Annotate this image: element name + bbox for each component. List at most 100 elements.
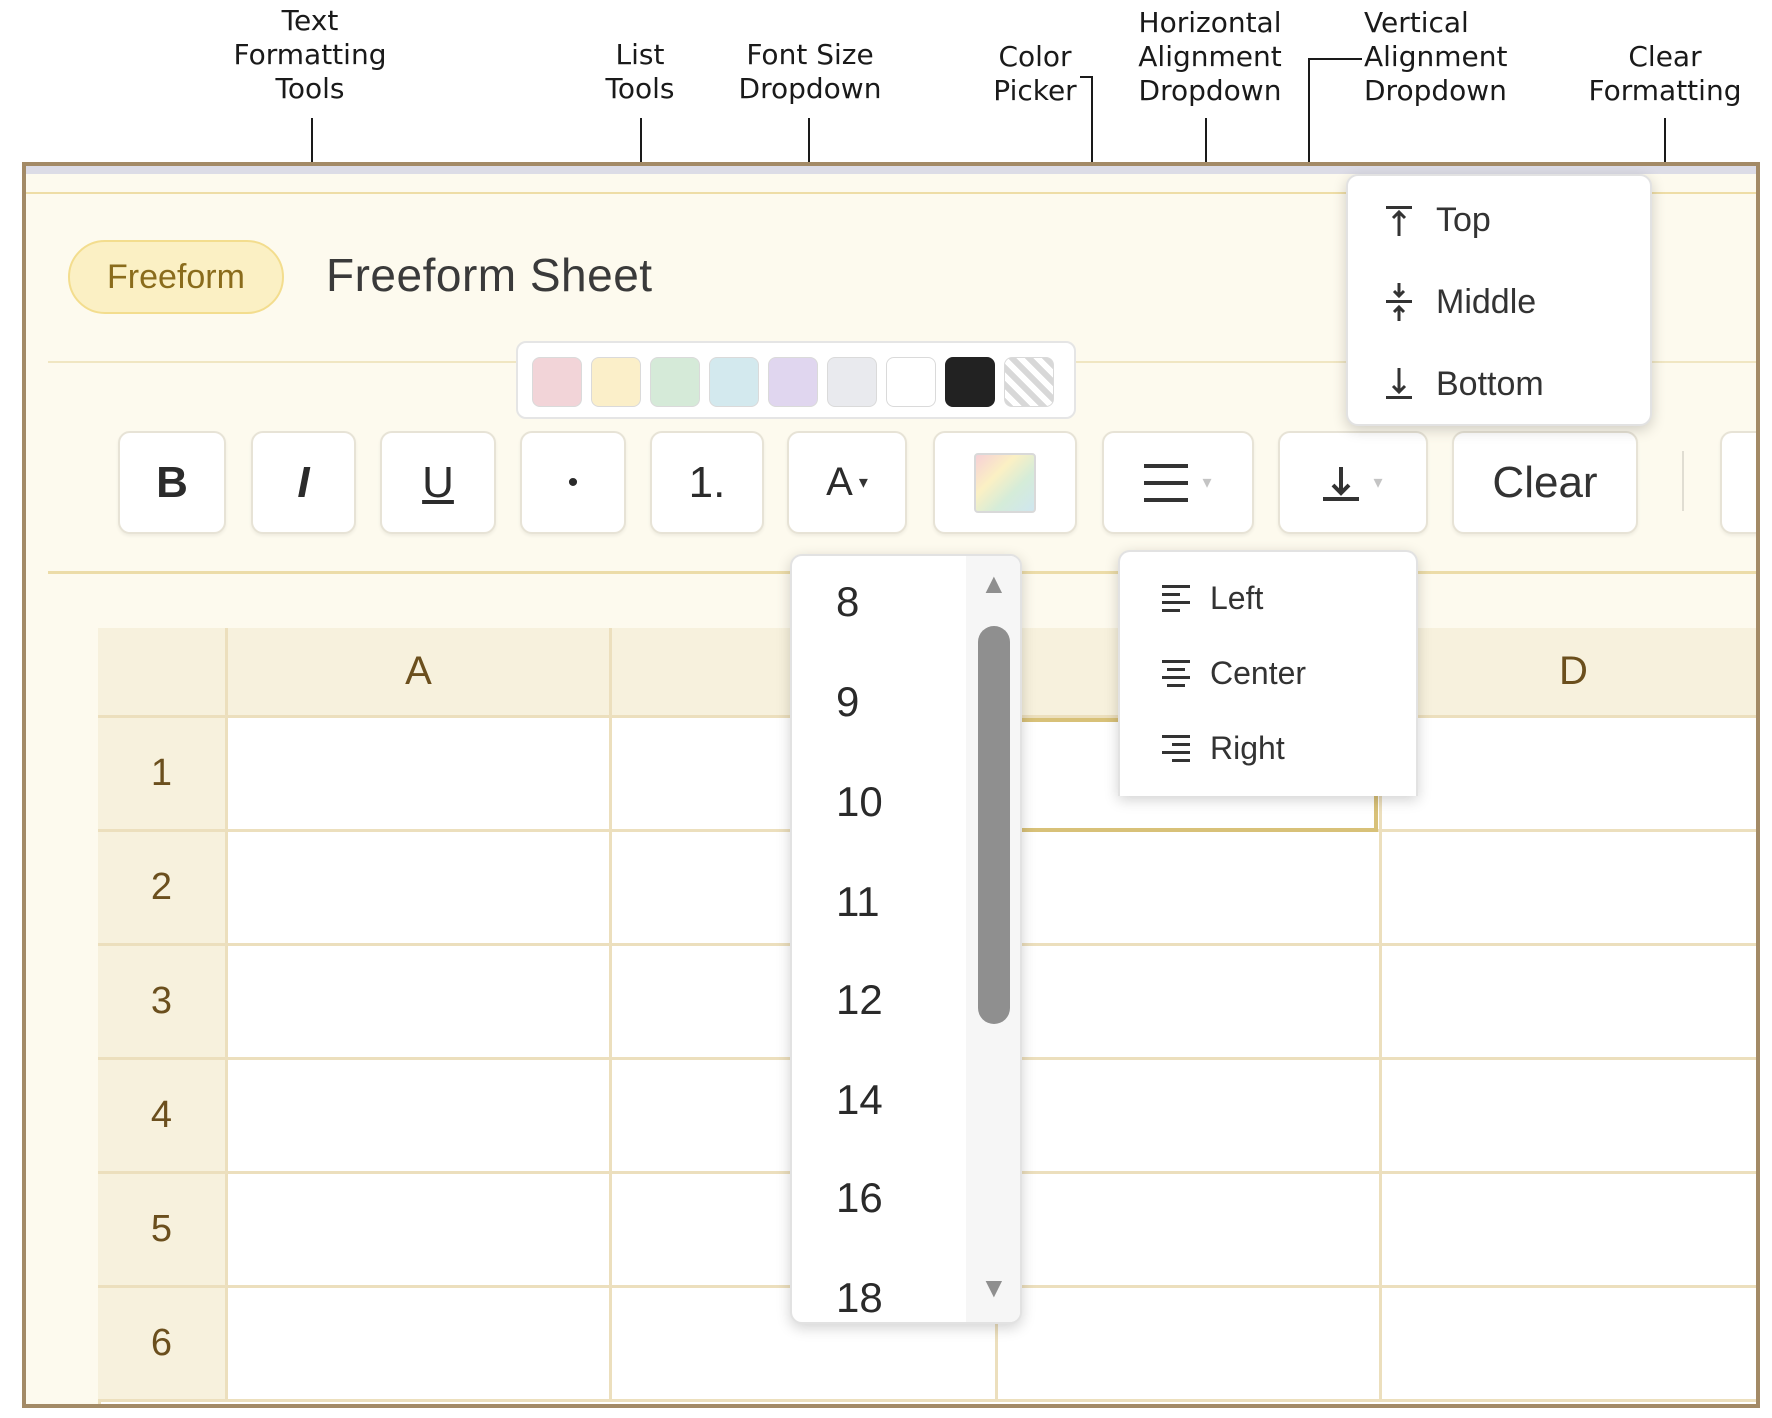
swatch-green[interactable] xyxy=(650,357,700,407)
row-header-4[interactable]: 4 xyxy=(98,1060,228,1174)
chevron-down-icon: ▾ xyxy=(858,472,868,492)
font-size-dropdown-button[interactable]: A ▾ xyxy=(787,431,907,534)
chevron-down-icon: ▾ xyxy=(1373,472,1383,492)
halign-option-center[interactable]: Center xyxy=(1162,653,1306,693)
clear-formatting-button[interactable]: Clear xyxy=(1452,431,1638,534)
italic-icon: I xyxy=(297,457,310,507)
chevron-down-icon: ▾ xyxy=(1202,472,1212,492)
grid-cell[interactable] xyxy=(998,832,1382,946)
grid-cell[interactable] xyxy=(228,1174,612,1288)
grid-cell[interactable] xyxy=(1382,832,1756,946)
swatch-yellow[interactable] xyxy=(591,357,641,407)
row-header-3[interactable]: 3 xyxy=(98,946,228,1060)
bold-button[interactable]: B xyxy=(118,431,226,534)
font-size-option[interactable]: 9 xyxy=(836,678,859,726)
swatch-white[interactable] xyxy=(886,357,936,407)
swatch-no-color[interactable] xyxy=(1004,357,1054,407)
halign-option-left[interactable]: Left xyxy=(1162,578,1263,618)
font-size-dropdown: ▲ ▼ 8 9 10 11 12 14 16 18 xyxy=(790,554,1022,1324)
font-size-option[interactable]: 12 xyxy=(836,976,883,1024)
swatch-pink[interactable] xyxy=(532,357,582,407)
row-header-2[interactable]: 2 xyxy=(98,832,228,946)
clear-label: Clear xyxy=(1492,457,1598,507)
bullet-list-icon: • xyxy=(567,465,579,499)
color-picker-callout: Color Picker xyxy=(993,40,1077,107)
row-header-6[interactable]: 6 xyxy=(98,1288,228,1402)
font-size-option[interactable]: 16 xyxy=(836,1174,883,1222)
grid-cell[interactable] xyxy=(998,1060,1382,1174)
bullet-list-button[interactable]: • xyxy=(520,431,626,534)
scroll-up-icon[interactable]: ▲ xyxy=(980,570,1008,598)
underline-icon: U xyxy=(422,457,454,507)
underline-button[interactable]: U xyxy=(380,431,496,534)
grid-cell[interactable] xyxy=(1382,1288,1756,1402)
sheet-title: Freeform Sheet xyxy=(326,249,653,301)
align-top-icon xyxy=(1386,206,1412,236)
grid-cell[interactable] xyxy=(998,1174,1382,1288)
numbered-list-button[interactable]: 1. xyxy=(650,431,764,534)
clear-formatting-callout: Clear Formatting xyxy=(1588,40,1742,107)
grid-cell[interactable] xyxy=(1382,718,1756,832)
font-size-option[interactable]: 18 xyxy=(836,1274,883,1322)
grid-cell[interactable] xyxy=(228,832,612,946)
swatch-black[interactable] xyxy=(945,357,995,407)
grid-cell[interactable] xyxy=(1382,946,1756,1060)
column-header-d[interactable]: D xyxy=(1382,628,1756,718)
font-size-option[interactable]: 8 xyxy=(836,578,859,626)
grid-cell[interactable] xyxy=(228,718,612,832)
font-size-option[interactable]: 11 xyxy=(836,878,880,926)
halign-option-right[interactable]: Right xyxy=(1162,728,1285,768)
scrollbar-thumb[interactable] xyxy=(978,626,1010,1024)
font-size-callout: Font Size Dropdown xyxy=(738,38,882,105)
window-top-strip xyxy=(26,166,1756,174)
swatch-gray[interactable] xyxy=(827,357,877,407)
italic-button[interactable]: I xyxy=(251,431,356,534)
horizontal-alignment-dropdown-button[interactable]: ▾ xyxy=(1102,431,1254,534)
row-header-1[interactable]: 1 xyxy=(98,718,228,832)
align-left-icon xyxy=(1162,585,1190,612)
grid-cell[interactable] xyxy=(1382,1174,1756,1288)
grid-cell[interactable] xyxy=(1382,1060,1756,1174)
valign-option-bottom[interactable]: Bottom xyxy=(1386,362,1544,406)
valign-option-top[interactable]: Top xyxy=(1386,198,1491,242)
grid-cell[interactable] xyxy=(998,1288,1382,1402)
leader-vertical-alignment-h xyxy=(1308,58,1362,60)
valign-option-middle[interactable]: Middle xyxy=(1386,280,1536,324)
horizontal-alignment-dropdown: Left Center Right xyxy=(1118,550,1418,796)
align-bottom-icon xyxy=(1323,466,1360,501)
more-tools-button[interactable] xyxy=(1720,431,1756,534)
list-tools-callout: List Tools xyxy=(605,38,675,105)
app-screenshot: Freeform Freeform Sheet B I U • 1. A ▾ ▾… xyxy=(22,162,1760,1408)
vertical-alignment-dropdown-button[interactable]: ▾ xyxy=(1278,431,1428,534)
corner-header xyxy=(98,628,228,718)
column-header-a[interactable]: A xyxy=(228,628,612,718)
valign-middle-label: Middle xyxy=(1436,282,1537,321)
font-size-option[interactable]: 10 xyxy=(836,778,883,826)
halign-left-label: Left xyxy=(1210,579,1264,616)
halign-right-label: Right xyxy=(1210,729,1285,766)
swatch-purple[interactable] xyxy=(768,357,818,407)
numbered-list-icon: 1. xyxy=(688,457,726,507)
bold-icon: B xyxy=(156,457,188,507)
swatch-blue[interactable] xyxy=(709,357,759,407)
grid-cell[interactable] xyxy=(228,1060,612,1174)
align-center-icon xyxy=(1162,660,1190,687)
vertical-alignment-callout: Vertical Alignment Dropdown xyxy=(1364,6,1508,107)
grid-cell[interactable] xyxy=(998,946,1382,1060)
mode-badge[interactable]: Freeform xyxy=(68,240,284,314)
vertical-alignment-dropdown: Top Middle Bottom xyxy=(1346,174,1652,426)
align-bottom-icon xyxy=(1386,368,1412,399)
halign-center-label: Center xyxy=(1210,654,1307,691)
grid-cell[interactable] xyxy=(228,1288,612,1402)
align-right-icon xyxy=(1162,735,1190,762)
scroll-down-icon[interactable]: ▼ xyxy=(980,1274,1008,1302)
row-header-5[interactable]: 5 xyxy=(98,1174,228,1288)
font-size-option[interactable]: 14 xyxy=(836,1076,883,1124)
color-palette-icon xyxy=(974,452,1036,513)
font-size-icon: A xyxy=(826,460,853,504)
grid-cell[interactable] xyxy=(228,946,612,1060)
horizontal-alignment-callout: Horizontal Alignment Dropdown xyxy=(1138,6,1282,107)
color-picker-palette xyxy=(516,341,1076,419)
color-picker-button[interactable] xyxy=(933,431,1077,534)
valign-top-label: Top xyxy=(1436,200,1491,239)
